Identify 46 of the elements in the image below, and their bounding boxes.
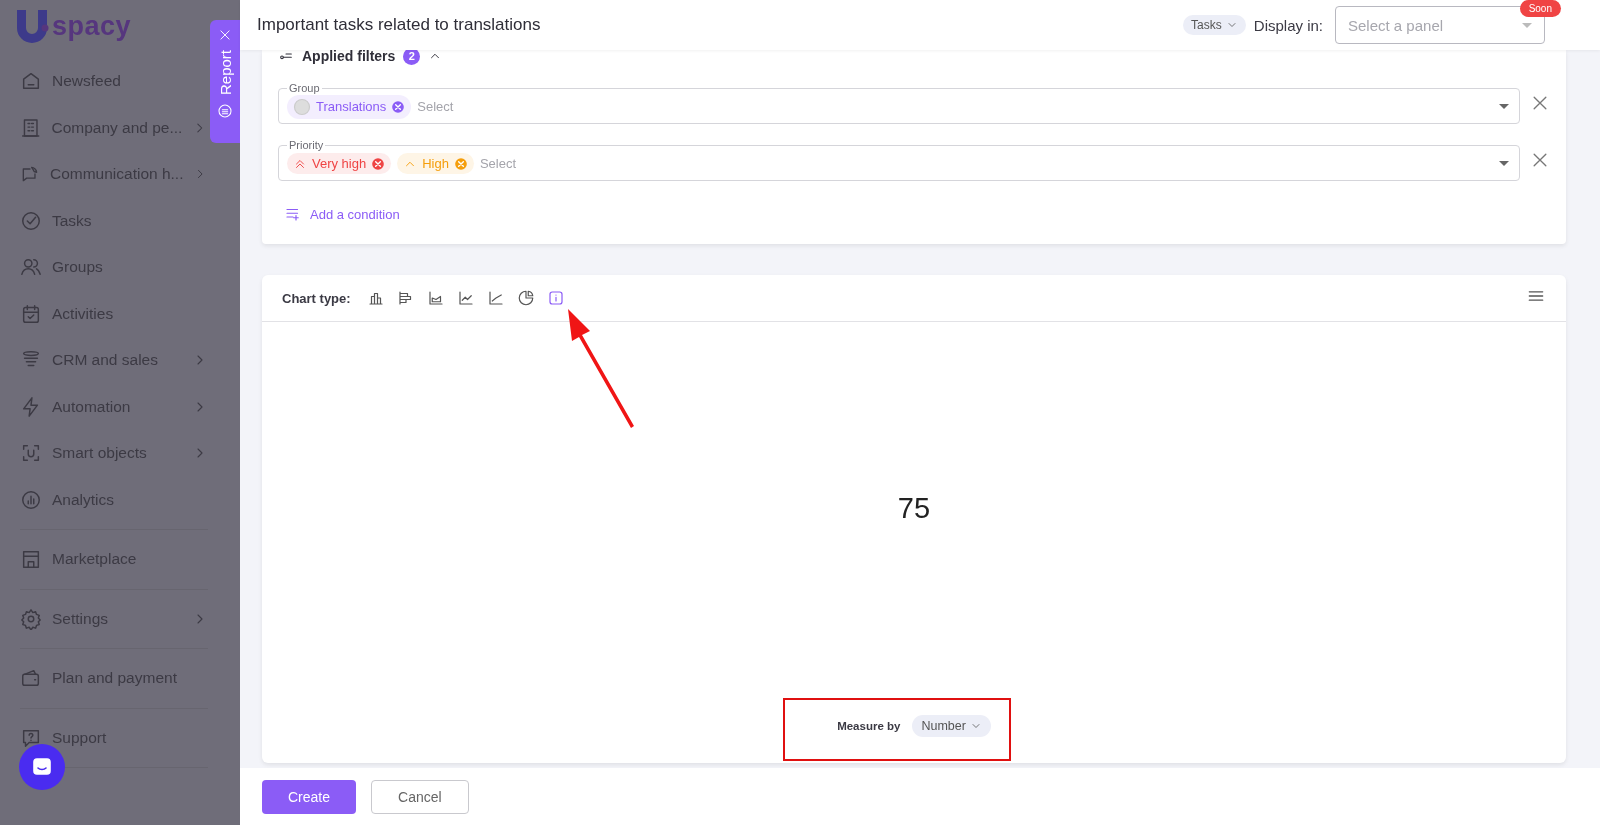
settings-icon (20, 607, 42, 630)
line-chart-icon (456, 289, 475, 307)
remove-tag-icon[interactable] (371, 156, 386, 171)
dropdown-caret-icon (1499, 104, 1509, 109)
analytics-icon (20, 488, 42, 511)
chart-type-button[interactable] (426, 289, 445, 307)
trend-chart-icon (486, 289, 505, 307)
store-icon (20, 548, 42, 571)
report-icon (217, 103, 233, 120)
dropdown-caret-icon (1499, 161, 1509, 166)
report-title: Important tasks related to translations (257, 15, 542, 35)
placeholder-text: Select (417, 99, 455, 114)
building-icon (20, 116, 42, 139)
chat-button[interactable] (19, 744, 65, 790)
calendar-icon (20, 302, 42, 325)
filter-tag: Very high (287, 153, 392, 174)
area-chart-icon (426, 289, 445, 307)
remove-tag-icon[interactable] (391, 99, 406, 114)
filter-tag: Translations (287, 94, 412, 119)
filter-tag: High (397, 153, 474, 174)
field-label: Group (288, 82, 321, 94)
cancel-button[interactable]: Cancel (371, 779, 469, 814)
soon-badge: Soon (1519, 0, 1561, 17)
condition-select[interactable]: Group Translations Select (278, 82, 1520, 124)
measure-by-label: Measure by (837, 720, 901, 732)
field-label: Priority (288, 139, 325, 151)
add-condition-link[interactable]: Add a condition (278, 205, 406, 223)
check-circle-icon (20, 209, 42, 232)
logo-text: spacy (52, 10, 132, 42)
condition-select[interactable]: Priority Very high High Select (278, 139, 1520, 181)
chart-type-button[interactable] (456, 289, 475, 307)
group-avatar-icon (293, 97, 311, 116)
create-button[interactable]: Create (262, 779, 357, 814)
pie-chart-icon (516, 289, 535, 307)
chart-type-button[interactable] (516, 289, 535, 307)
chart-type-button[interactable] (546, 289, 565, 307)
applied-filters-label: Applied filters (302, 48, 396, 64)
display-in-label: Display in: (1253, 16, 1323, 34)
entity-dropdown[interactable]: Tasks (1183, 15, 1246, 35)
placeholder-text: Select (479, 156, 518, 171)
metric-value: 75 (897, 492, 931, 526)
chart-type-label: Chart type: (282, 290, 351, 306)
number-card-icon (546, 289, 565, 307)
chart-type-button[interactable] (486, 289, 505, 307)
close-icon[interactable] (218, 28, 232, 42)
measure-dropdown[interactable]: Number (912, 715, 991, 737)
